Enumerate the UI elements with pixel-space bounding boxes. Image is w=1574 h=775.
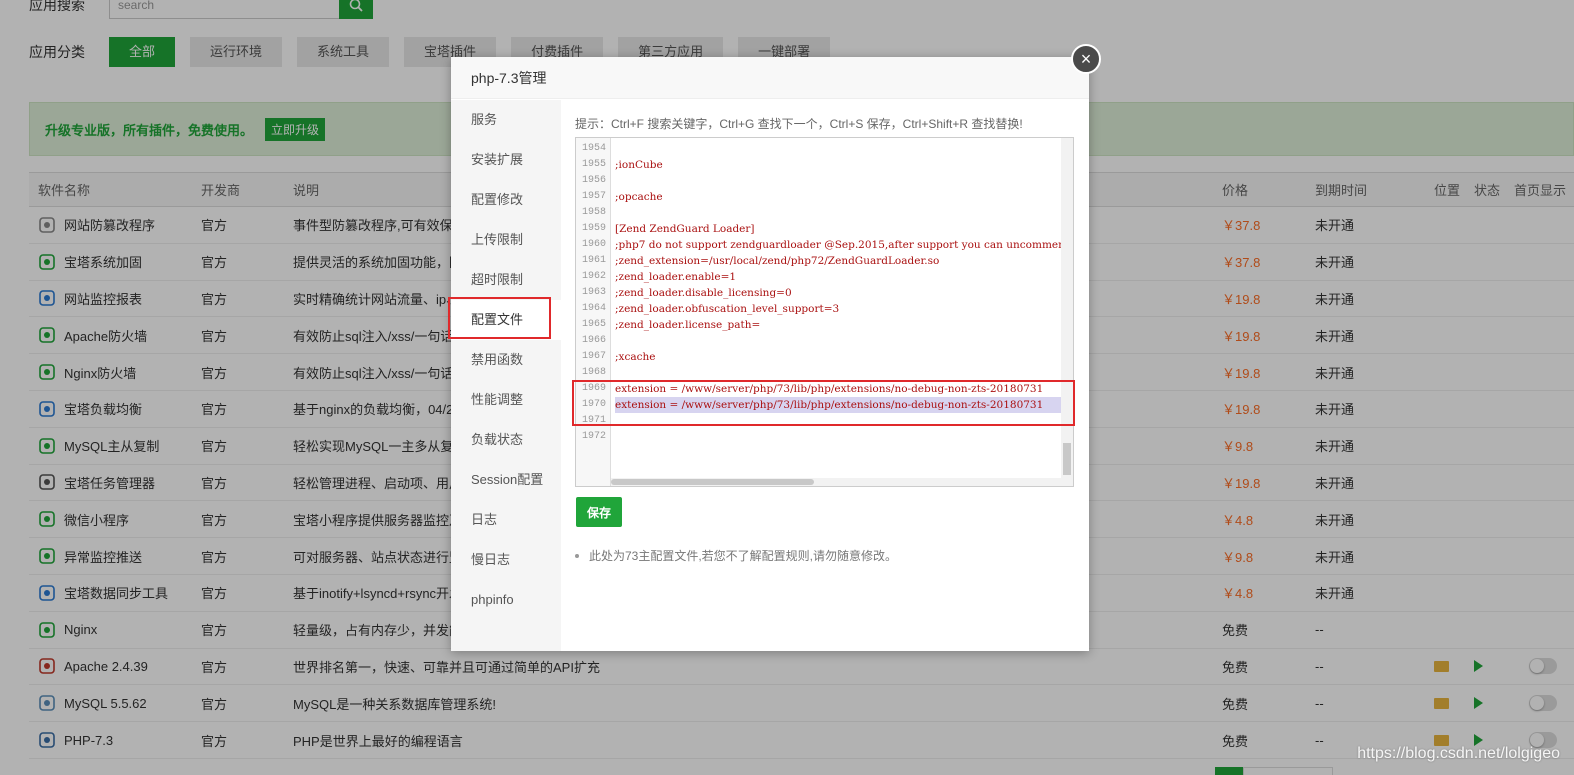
- code-line[interactable]: ;xcache: [615, 349, 1063, 365]
- code-line[interactable]: [Zend ZendGuard Loader]: [615, 221, 1063, 237]
- menu-item-3[interactable]: 上传限制: [451, 220, 561, 260]
- code-line[interactable]: [615, 205, 1063, 221]
- code-line[interactable]: ;zend_loader.disable_licensing=0: [615, 285, 1063, 301]
- line-number: 1972: [581, 431, 606, 442]
- line-number: 1964: [581, 303, 606, 314]
- line-number: 1959: [581, 223, 606, 234]
- code-area[interactable]: ;ionCube ;opcache [Zend ZendGuard Loader];…: [615, 138, 1063, 486]
- code-line[interactable]: ;zend_extension=/usr/local/zend/php72/Ze…: [615, 253, 1063, 269]
- menu-item-6[interactable]: 禁用函数: [451, 340, 561, 380]
- code-line[interactable]: ;zend_loader.enable=1: [615, 269, 1063, 285]
- line-number: 1968: [581, 367, 606, 378]
- code-highlight-box: [572, 380, 1075, 426]
- menu-item-7[interactable]: 性能调整: [451, 380, 561, 420]
- line-number: 1966: [581, 335, 606, 346]
- menu-item-2[interactable]: 配置修改: [451, 180, 561, 220]
- menu-highlight-box: [448, 297, 551, 339]
- config-note-text: 此处为73主配置文件,若您不了解配置规则,请勿随意修改。: [589, 549, 898, 563]
- config-note: 此处为73主配置文件,若您不了解配置规则,请勿随意修改。: [575, 547, 897, 564]
- line-number: 1963: [581, 287, 606, 298]
- code-line[interactable]: [615, 333, 1063, 349]
- menu-item-10[interactable]: 日志: [451, 500, 561, 540]
- line-number: 1957: [581, 191, 606, 202]
- line-number: 1955: [581, 159, 606, 170]
- menu-item-1[interactable]: 安装扩展: [451, 140, 561, 180]
- menu-item-4[interactable]: 超时限制: [451, 260, 561, 300]
- code-line[interactable]: ;zend_loader.license_path=: [615, 317, 1063, 333]
- menu-item-12[interactable]: phpinfo: [451, 580, 561, 620]
- php-manage-modal: php-7.3管理 服务 安装扩展 配置修改 上传限制 超时限制 配置文件 禁用函数 性能调整…: [451, 57, 1089, 651]
- horizontal-scrollbar[interactable]: [611, 478, 1063, 486]
- code-line[interactable]: [615, 365, 1063, 381]
- code-line[interactable]: ;opcache: [615, 189, 1063, 205]
- line-number: 1960: [581, 239, 606, 250]
- line-number: 1962: [581, 271, 606, 282]
- line-number: 1958: [581, 207, 606, 218]
- line-number: 1956: [581, 175, 606, 186]
- line-number: 1954: [581, 143, 606, 154]
- line-number: 1965: [581, 319, 606, 330]
- line-number-gutter: 1954 1955 1956 1957 1958 1959 1960 1961 1962 1963…: [576, 138, 611, 486]
- config-editor[interactable]: 1954 1955 1956 1957 1958 1959 1960 1961 1962 1963…: [575, 137, 1074, 487]
- code-line[interactable]: [615, 173, 1063, 189]
- vertical-scroll-thumb[interactable]: [1063, 443, 1071, 475]
- line-number: 1967: [581, 351, 606, 362]
- code-line[interactable]: ;zend_loader.obfuscation_level_support=3: [615, 301, 1063, 317]
- modal-menu: 服务 安装扩展 配置修改 上传限制 超时限制 配置文件 禁用函数 性能调整 负载状态 Sessio…: [451, 100, 561, 651]
- editor-tip: 提示：Ctrl+F 搜索关键字，Ctrl+G 查找下一个，Ctrl+S 保存，C…: [575, 117, 1023, 131]
- menu-item-9[interactable]: Session配置: [451, 460, 561, 500]
- save-button[interactable]: 保存: [576, 497, 622, 527]
- code-line[interactable]: ;ionCube: [615, 157, 1063, 173]
- menu-item-8[interactable]: 负载状态: [451, 420, 561, 460]
- horizontal-scroll-thumb[interactable]: [611, 479, 814, 485]
- code-line[interactable]: [615, 141, 1063, 157]
- modal-content: 提示：Ctrl+F 搜索关键字，Ctrl+G 查找下一个，Ctrl+S 保存，C…: [561, 100, 1089, 651]
- bullet-icon: [575, 553, 579, 558]
- close-icon[interactable]: ×: [1071, 44, 1101, 74]
- modal-title: php-7.3管理: [451, 57, 1089, 99]
- code-line[interactable]: [615, 429, 1063, 445]
- watermark: https://blog.csdn.net/lolgigeo: [1357, 745, 1560, 762]
- vertical-scrollbar[interactable]: [1061, 138, 1073, 486]
- line-number: 1961: [581, 255, 606, 266]
- code-line[interactable]: ;php7 do not support zendguardloader @Se…: [615, 237, 1063, 253]
- menu-item-0[interactable]: 服务: [451, 100, 561, 140]
- menu-item-11[interactable]: 慢日志: [451, 540, 561, 580]
